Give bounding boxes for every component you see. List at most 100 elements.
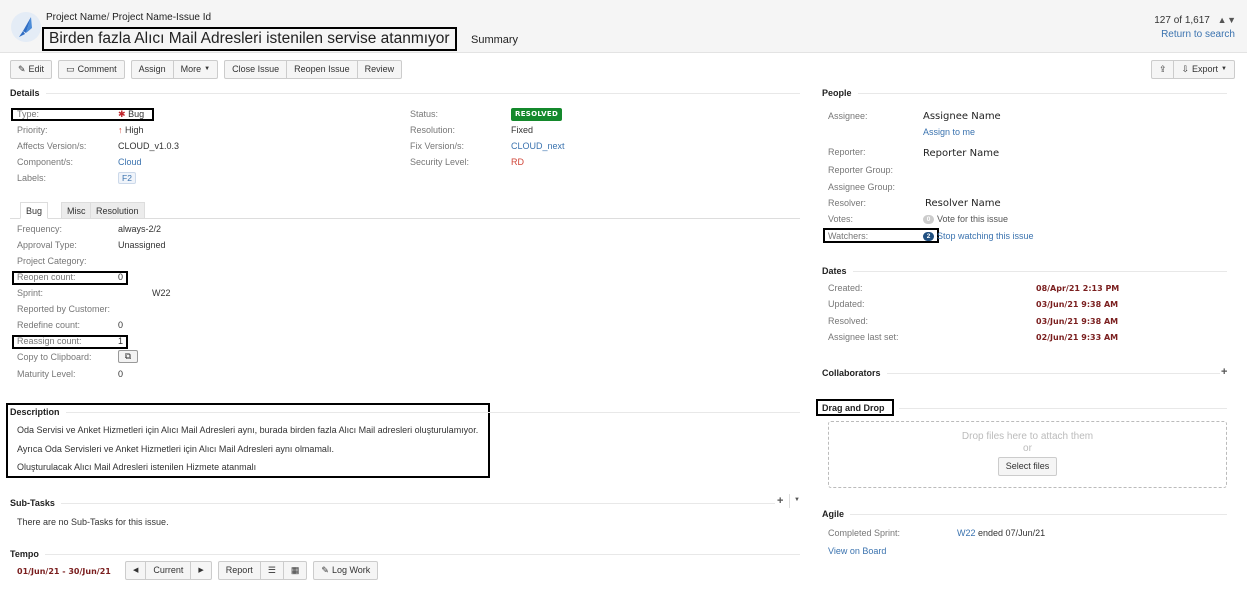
affects-version-value[interactable]: CLOUD_v1.0.3 [118, 141, 179, 151]
issue-summary[interactable]: Birden fazla Alıcı Mail Adresleri isteni… [42, 27, 457, 51]
vote-for-issue-link[interactable]: Vote for this issue [937, 214, 1008, 224]
field-label: Labels: [17, 173, 47, 183]
tempo-next-button[interactable]: ▶ [191, 561, 212, 580]
more-button[interactable]: More ▼ [173, 60, 219, 79]
subtask-options-chevron-icon[interactable]: ▼ [794, 497, 800, 503]
log-work-label: Log Work [331, 565, 371, 575]
copy-to-clipboard-button[interactable]: ⧉ [118, 350, 138, 363]
agile-title: Agile [822, 509, 845, 519]
copy-to-clipboard-label: Copy to Clipboard: [17, 352, 92, 362]
dropzone-or: or [1023, 443, 1032, 454]
assignee-name[interactable]: Assignee Name [923, 111, 1001, 122]
more-label: More [180, 64, 202, 74]
resolution-value: Fixed [511, 125, 534, 135]
votes-label: Votes: [828, 214, 854, 224]
created-label: Created: [828, 283, 863, 293]
drag-and-drop-section-header[interactable]: Drag and Drop [822, 402, 1227, 414]
share-icon: ⇪ [1158, 64, 1167, 74]
comment-label: Comment [77, 64, 117, 74]
description-section-header[interactable]: Description [10, 406, 800, 418]
issue-toolbar: ✎ Edit ▭ Comment Assign More ▼ Close Iss… [10, 60, 403, 79]
reporter-name[interactable]: Reporter Name [923, 148, 999, 159]
tab-resolution[interactable]: Resolution [90, 202, 145, 219]
breadcrumb-project[interactable]: Project Name [46, 12, 107, 23]
tab-misc[interactable]: Misc [61, 202, 92, 219]
collaborators-section-header[interactable]: Collaborators [822, 367, 1220, 379]
arrow-up-priority-icon: ↑ [118, 125, 123, 135]
tempo-report-button[interactable]: Report [217, 561, 261, 580]
toolbar-right: ⇪ ⇩ Export ▼ [1150, 60, 1235, 79]
add-collaborator-icon[interactable]: + [1221, 366, 1227, 378]
pencil-icon: ✎ [18, 64, 26, 74]
reassign-count-label: Reassign count: [17, 336, 82, 346]
reopen-count-label: Reopen count: [17, 272, 76, 282]
assign-button[interactable]: Assign [130, 60, 174, 79]
subtasks-section-header[interactable]: Sub-Tasks [10, 497, 775, 509]
breadcrumb-issue-key[interactable]: Project Name-Issue Id [112, 12, 211, 23]
field-label: Priority: [17, 125, 48, 135]
field-type: Type: [17, 109, 39, 120]
view-on-board-link[interactable]: View on Board [828, 546, 886, 556]
description-line: Oda Servisi ve Anket Hizmetleri için Alı… [17, 425, 479, 435]
add-subtask-icon[interactable]: + [777, 495, 783, 507]
tempo-toolbar: ◀ Current ▶ Report ☰ ▦ ✎ Log Work [125, 561, 379, 580]
chevron-down-icon: ▼ [204, 66, 211, 72]
tempo-current-button[interactable]: Current [146, 561, 192, 580]
description-line: Ayrıca Oda Servisleri ve Anket Hizmetler… [17, 444, 334, 454]
field-priority: Priority: [17, 125, 48, 136]
resolver-name[interactable]: Resolver Name [925, 198, 1001, 209]
review-button[interactable]: Review [357, 60, 403, 79]
agile-section-header[interactable]: Agile [822, 508, 1227, 520]
tempo-previous-button[interactable]: ◀ [125, 561, 147, 580]
sprint-value: W22 [152, 288, 171, 298]
export-label: Export [1192, 64, 1219, 74]
reassign-count-value: 1 [118, 336, 124, 346]
tempo-section-header[interactable]: Tempo [10, 548, 800, 560]
sprint-link[interactable]: W22 [957, 528, 976, 538]
edit-label: Edit [28, 64, 45, 74]
return-to-search-link[interactable]: Return to search [1154, 29, 1235, 40]
breadcrumb: Project Name/ Project Name-Issue Id [46, 12, 211, 23]
project-avatar[interactable] [11, 12, 41, 42]
next-issue-icon[interactable]: ▼ [1227, 15, 1236, 25]
assignee-last-set-date: 02/Jun/21 9:33 AM [1036, 333, 1119, 342]
tab-bug[interactable]: Bug [20, 202, 49, 219]
stop-watching-link[interactable]: Stop watching this issue [937, 231, 1034, 241]
details-section-header[interactable]: Details [10, 87, 800, 99]
component-link[interactable]: Cloud [118, 157, 142, 167]
tempo-grid-view-button[interactable]: ▦ [283, 561, 308, 580]
tempo-list-view-button[interactable]: ☰ [260, 561, 284, 580]
watchers-count-badge[interactable]: 2 [923, 232, 934, 242]
drag-and-drop-title: Drag and Drop [822, 403, 885, 413]
assign-to-me-link[interactable]: Assign to me [923, 127, 975, 137]
close-issue-button[interactable]: Close Issue [224, 60, 288, 79]
reopen-issue-button[interactable]: Reopen Issue [287, 60, 358, 79]
log-work-button[interactable]: ✎ Log Work [313, 561, 379, 580]
share-button[interactable]: ⇪ [1150, 60, 1175, 79]
fix-version-link[interactable]: CLOUD_next [511, 141, 565, 151]
previous-issue-icon[interactable]: ▲ [1218, 15, 1227, 25]
list-icon: ☰ [267, 565, 276, 575]
edit-button[interactable]: ✎ Edit [10, 60, 53, 79]
people-section-header[interactable]: People [822, 87, 1227, 99]
resolution-label: Resolution: [410, 125, 456, 135]
dates-section-header[interactable]: Dates [822, 265, 1227, 277]
divider [789, 494, 790, 508]
resolved-label: Resolved: [828, 316, 869, 326]
votes-count-badge: 0 [923, 215, 934, 225]
security-level-label: Security Level: [410, 157, 470, 167]
file-dropzone[interactable]: Drop files here to attach them or Select… [828, 421, 1227, 488]
export-button[interactable]: ⇩ Export ▼ [1174, 60, 1235, 79]
priority-value: ↑ High [118, 125, 144, 136]
select-files-button[interactable]: Select files [997, 457, 1058, 476]
summary-annotation: Summary [471, 34, 519, 46]
label-tag[interactable]: F2 [118, 172, 136, 184]
comment-button[interactable]: ▭ Comment [58, 60, 125, 79]
type-value: ✱ Bug [118, 109, 144, 120]
sprint-label: Sprint: [17, 288, 44, 298]
fix-version-label: Fix Version/s: [410, 141, 465, 151]
field-value: Bug [128, 109, 145, 119]
assignee-group-label: Assignee Group: [828, 182, 896, 192]
completed-sprint-label: Completed Sprint: [828, 528, 901, 538]
redefine-count-label: Redefine count: [17, 320, 81, 330]
